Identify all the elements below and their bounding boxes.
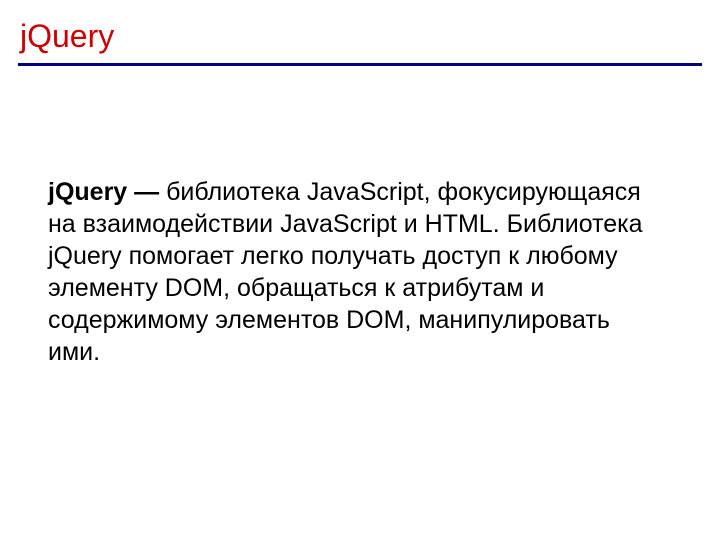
slide-title: jQuery — [0, 0, 720, 63]
term: jQuery — [48, 178, 127, 206]
slide: jQuery jQuery — библиотека JavaScript, ф… — [0, 0, 720, 540]
description: библиотека JavaScript, фокусирующаяся на… — [48, 178, 643, 366]
paragraph: jQuery — библиотека JavaScript, фокусиру… — [48, 176, 660, 368]
slide-content: jQuery — библиотека JavaScript, фокусиру… — [0, 66, 720, 368]
separator: — — [127, 178, 166, 206]
